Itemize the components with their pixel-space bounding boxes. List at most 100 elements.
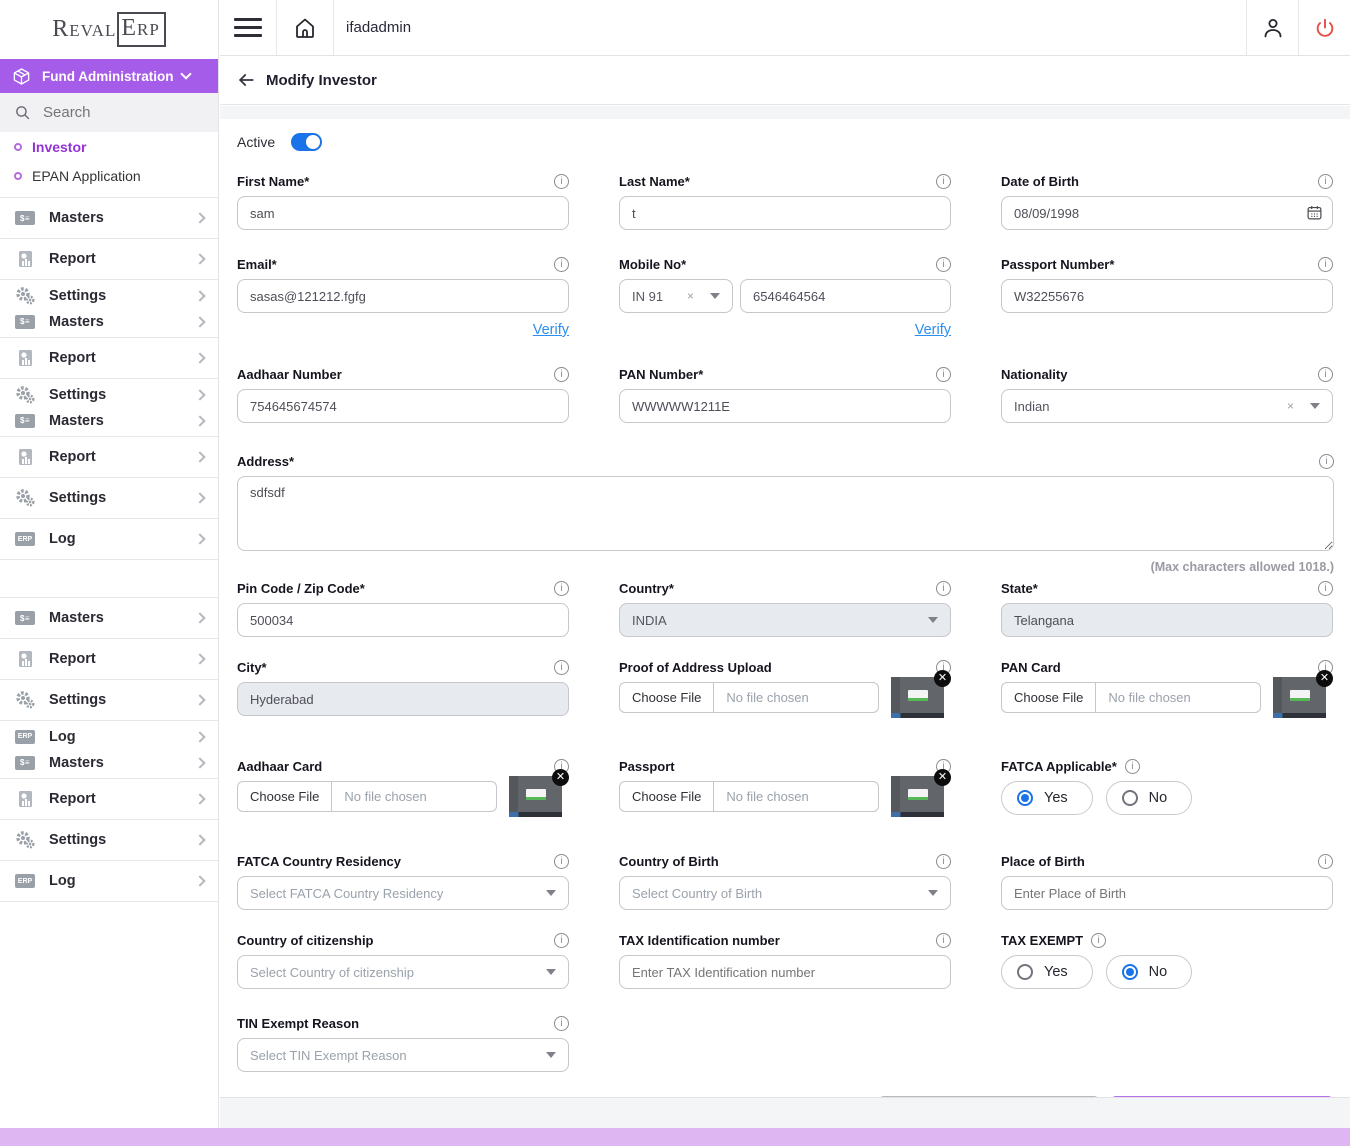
mobile-verify-link[interactable]: Verify	[915, 322, 951, 340]
fatca-yes-radio[interactable]: Yes	[1001, 781, 1093, 815]
sidebar-item-settings[interactable]: Settings	[14, 827, 204, 853]
info-icon[interactable]: i	[936, 367, 951, 382]
pan-card-thumbnail[interactable]: ✕	[1273, 677, 1326, 718]
pan-card-file-input[interactable]: Choose File No file chosen	[1001, 682, 1261, 713]
tax-exempt-no-radio[interactable]: No	[1106, 955, 1193, 989]
sidebar-item-settings[interactable]: Settings	[14, 687, 204, 713]
mobile-number-input[interactable]	[740, 279, 951, 313]
sidebar-item-log[interactable]: ERP Log	[14, 526, 204, 552]
info-icon[interactable]: i	[936, 933, 951, 948]
remove-file-icon[interactable]: ✕	[934, 670, 951, 687]
info-icon[interactable]: i	[554, 367, 569, 382]
logout-button[interactable]	[1298, 0, 1350, 55]
sidebar-item-investor[interactable]: Investor	[0, 132, 218, 161]
info-icon[interactable]: i	[1318, 174, 1333, 189]
sidebar-item-masters[interactable]: $≡ Masters	[14, 309, 204, 335]
sidebar-item-epan-application[interactable]: EPAN Application	[0, 161, 218, 190]
aadhaar-card-file-input[interactable]: Choose File No file chosen	[237, 781, 497, 812]
hamburger-menu-button[interactable]	[220, 0, 277, 55]
tin-input[interactable]	[619, 955, 951, 989]
passport-number-input[interactable]	[1001, 279, 1333, 313]
info-icon[interactable]: i	[1318, 367, 1333, 382]
dob-input[interactable]	[1001, 196, 1333, 230]
masters-icon: $≡	[14, 313, 36, 331]
remove-file-icon[interactable]: ✕	[1316, 670, 1333, 687]
choose-file-button[interactable]: Choose File	[620, 782, 714, 811]
sidebar-item-log[interactable]: ERP Log	[14, 868, 204, 894]
info-icon[interactable]: i	[554, 1016, 569, 1031]
pan-number-input[interactable]	[619, 389, 951, 423]
info-icon[interactable]: i	[936, 854, 951, 869]
report-icon	[14, 250, 36, 268]
sidebar-item-settings[interactable]: Settings	[14, 485, 204, 511]
info-icon[interactable]: i	[1318, 854, 1333, 869]
sidebar-item-report[interactable]: Report	[14, 786, 204, 812]
country-select[interactable]: INDIA	[619, 603, 951, 637]
info-icon[interactable]: i	[554, 174, 569, 189]
fatca-no-radio[interactable]: No	[1106, 781, 1193, 815]
first-name-input[interactable]	[237, 196, 569, 230]
clear-icon[interactable]: ×	[687, 289, 694, 303]
info-icon[interactable]: i	[554, 933, 569, 948]
sidebar-item-masters[interactable]: $≡ Masters	[14, 750, 204, 776]
info-icon[interactable]: i	[554, 660, 569, 675]
sidebar-item-report[interactable]: Report	[14, 345, 204, 371]
nationality-select[interactable]: Indian ×	[1001, 389, 1333, 423]
profile-button[interactable]	[1246, 0, 1298, 55]
info-icon[interactable]: i	[554, 581, 569, 596]
citizenship-select[interactable]: Select Country of citizenship	[237, 955, 569, 989]
active-toggle[interactable]	[291, 133, 322, 151]
pincode-input[interactable]	[237, 603, 569, 637]
search-input[interactable]	[43, 104, 193, 121]
module-selector-fund-administration[interactable]: Fund Administration	[0, 59, 218, 93]
info-icon[interactable]: i	[1318, 257, 1333, 272]
info-icon[interactable]: i	[1091, 933, 1106, 948]
remove-file-icon[interactable]: ✕	[934, 769, 951, 786]
sidebar-item-log[interactable]: ERP Log	[14, 724, 204, 750]
clear-icon[interactable]: ×	[1287, 399, 1294, 413]
proof-of-address-file-input[interactable]: Choose File No file chosen	[619, 682, 879, 713]
tin-exempt-reason-select[interactable]: Select TIN Exempt Reason	[237, 1038, 569, 1072]
info-icon[interactable]: i	[554, 854, 569, 869]
tax-exempt-yes-radio[interactable]: Yes	[1001, 955, 1093, 989]
proof-of-address-thumbnail[interactable]: ✕	[891, 677, 944, 718]
info-icon[interactable]: i	[936, 581, 951, 596]
info-icon[interactable]: i	[1319, 454, 1334, 469]
sidebar-item-report[interactable]: Report	[14, 246, 204, 272]
info-icon[interactable]: i	[1318, 581, 1333, 596]
passport-file-input[interactable]: Choose File No file chosen	[619, 781, 879, 812]
sidebar-item-settings[interactable]: Settings	[14, 382, 204, 408]
aadhaar-number-input[interactable]	[237, 389, 569, 423]
settings-icon	[14, 386, 36, 404]
info-icon[interactable]: i	[936, 257, 951, 272]
info-icon[interactable]: i	[936, 174, 951, 189]
sidebar-item-masters[interactable]: $≡ Masters	[14, 408, 204, 434]
choose-file-button[interactable]: Choose File	[1002, 683, 1096, 712]
email-verify-link[interactable]: Verify	[533, 322, 569, 340]
calendar-icon[interactable]	[1306, 204, 1323, 221]
sidebar-item-masters[interactable]: $≡ Masters	[14, 605, 204, 631]
address-textarea[interactable]: sdfsdf	[237, 476, 1334, 551]
sidebar-item-masters[interactable]: $≡ Masters	[14, 205, 204, 231]
file-status: No file chosen	[332, 782, 438, 811]
sidebar-item-settings[interactable]: Settings	[14, 283, 204, 309]
sidebar-item-report[interactable]: Report	[14, 444, 204, 470]
email-input[interactable]	[237, 279, 569, 313]
place-of-birth-input[interactable]	[1001, 876, 1333, 910]
country-of-birth-select[interactable]: Select Country of Birth	[619, 876, 951, 910]
sidebar-search[interactable]	[0, 93, 218, 132]
sidebar-item-report[interactable]: Report	[14, 646, 204, 672]
back-button[interactable]	[236, 70, 256, 90]
fatca-residency-select[interactable]: Select FATCA Country Residency	[237, 876, 569, 910]
remove-file-icon[interactable]: ✕	[552, 769, 569, 786]
last-name-input[interactable]	[619, 196, 951, 230]
fatca-applicable-label: FATCA Applicable*	[1001, 759, 1117, 774]
aadhaar-card-thumbnail[interactable]: ✕	[509, 776, 562, 817]
passport-thumbnail[interactable]: ✕	[891, 776, 944, 817]
info-icon[interactable]: i	[1125, 759, 1140, 774]
info-icon[interactable]: i	[554, 257, 569, 272]
choose-file-button[interactable]: Choose File	[238, 782, 332, 811]
choose-file-button[interactable]: Choose File	[620, 683, 714, 712]
mobile-country-code-select[interactable]: IN 91 ×	[619, 279, 733, 313]
home-button[interactable]	[277, 0, 334, 55]
